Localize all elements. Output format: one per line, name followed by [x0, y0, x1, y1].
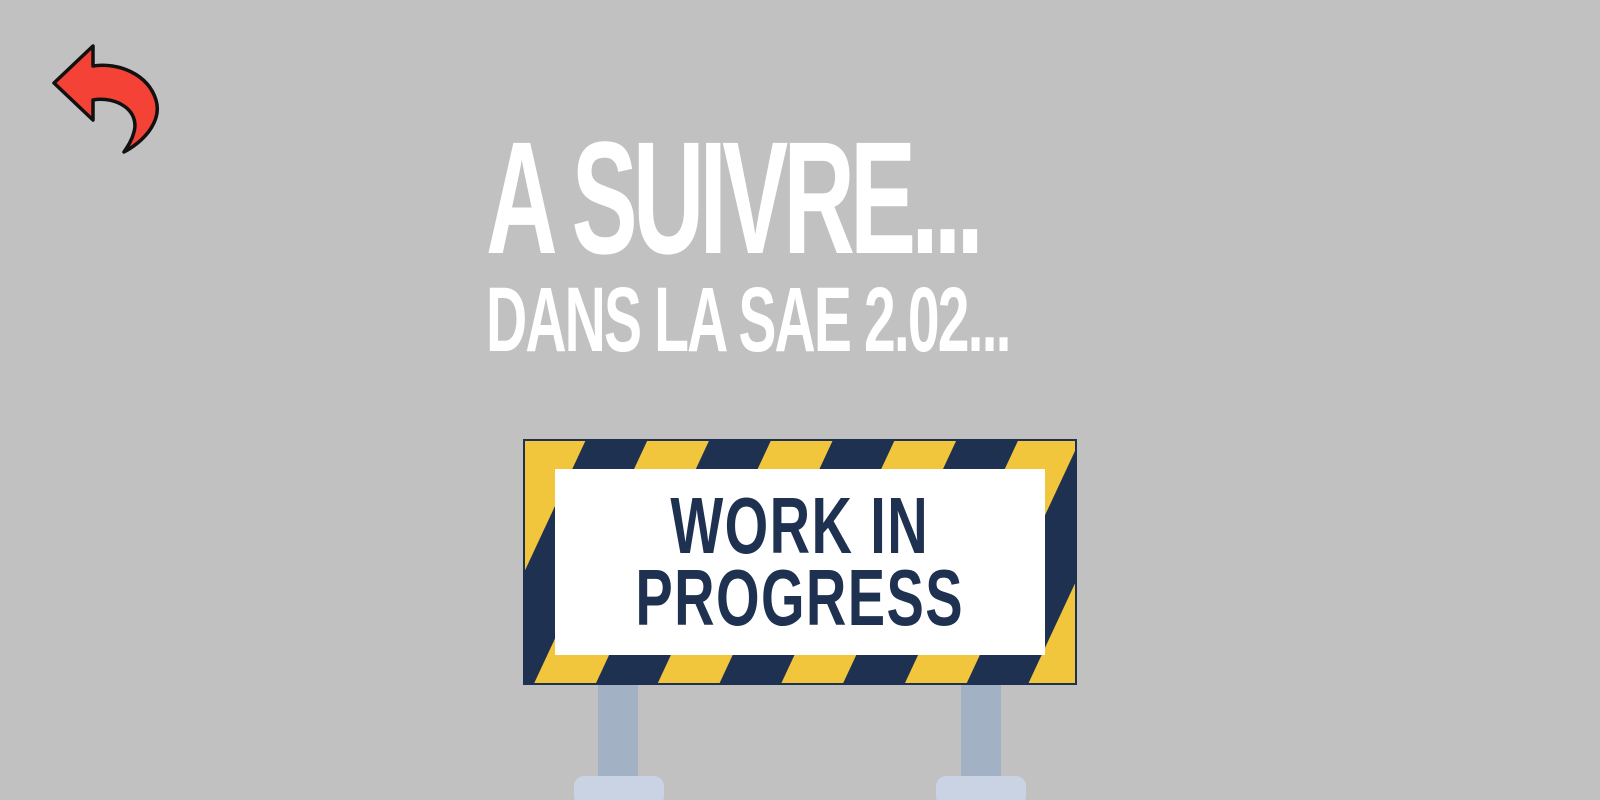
- barrier-post-right: [961, 684, 1001, 784]
- sign-line-2: PROGRESS: [635, 553, 965, 642]
- back-button[interactable]: [48, 40, 164, 160]
- barrier-foot-left: [574, 776, 664, 800]
- undo-arrow-icon: [52, 44, 159, 154]
- work-in-progress-sign: WORK IN PROGRESS: [523, 439, 1077, 800]
- barrier-post-left: [598, 684, 638, 784]
- headline-main: A SUIVRE...: [486, 108, 984, 287]
- sign-text: WORK IN PROGRESS: [555, 469, 1045, 655]
- sign-line-1: WORK IN: [670, 481, 930, 570]
- barrier-foot-right: [936, 776, 1026, 800]
- page-title: A SUIVRE... DANS LA SAE 2.02...: [486, 108, 1126, 371]
- headline-subtitle: DANS LA SAE 2.02...: [486, 269, 1011, 371]
